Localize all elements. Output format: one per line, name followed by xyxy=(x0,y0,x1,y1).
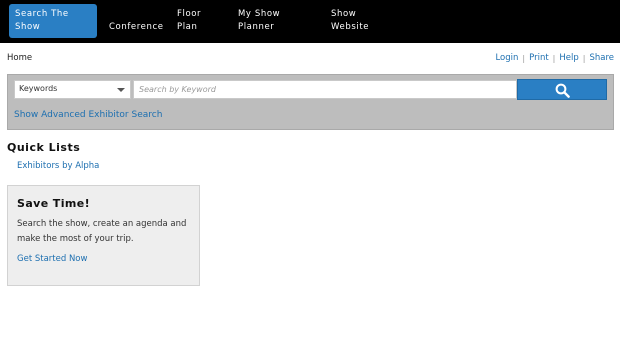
top-navigation-bar: Search The Show Conference Floor Plan My… xyxy=(0,0,620,43)
get-started-link[interactable]: Get Started Now xyxy=(17,254,87,264)
nav-floor-plan-line1: Floor xyxy=(177,9,202,19)
nav-search-the-show-line2: Show xyxy=(15,22,41,32)
quick-list-item[interactable]: Exhibitors by Alpha xyxy=(17,161,99,171)
nav-show-website-line1: Show xyxy=(331,9,357,19)
nav-search-the-show[interactable]: Search The Show xyxy=(9,4,97,38)
nav-floor-plan[interactable]: Floor Plan xyxy=(177,8,201,34)
search-button[interactable] xyxy=(517,79,607,100)
nav-show-website[interactable]: Show Website xyxy=(331,8,369,34)
save-time-promo: Save Time! Search the show, create an ag… xyxy=(7,185,200,286)
keyword-search-input[interactable] xyxy=(133,80,517,99)
nav-my-show-planner-line1: My Show xyxy=(238,9,281,19)
separator: | xyxy=(522,53,526,63)
nav-conference[interactable]: Conference xyxy=(109,21,164,34)
nav-search-the-show-line1: Search The xyxy=(15,9,69,19)
breadcrumb: Home xyxy=(7,53,32,63)
breadcrumb-home[interactable]: Home xyxy=(7,53,32,63)
help-link[interactable]: Help xyxy=(559,53,578,63)
search-type-select[interactable]: Keywords xyxy=(14,80,131,99)
promo-text: Search the show, create an agenda and ma… xyxy=(17,219,187,244)
nav-conference-label: Conference xyxy=(109,22,164,32)
search-panel: Keywords Show Advanced Exhibitor Search xyxy=(7,74,614,130)
nav-show-website-line2: Website xyxy=(331,22,370,32)
quick-lists-heading: Quick Lists xyxy=(7,141,81,154)
search-icon xyxy=(555,83,570,98)
nav-floor-plan-line2: Plan xyxy=(177,22,198,32)
advanced-search-link[interactable]: Show Advanced Exhibitor Search xyxy=(14,110,162,120)
separator: | xyxy=(582,53,586,63)
search-type-value: Keywords xyxy=(19,84,58,93)
utility-links: Login | Print | Help | Share xyxy=(495,53,614,63)
separator: | xyxy=(552,53,556,63)
nav-my-show-planner[interactable]: My Show Planner xyxy=(238,8,280,34)
print-link[interactable]: Print xyxy=(529,53,549,63)
share-link[interactable]: Share xyxy=(589,53,614,63)
nav-my-show-planner-line2: Planner xyxy=(238,22,275,32)
promo-title: Save Time! xyxy=(17,197,91,210)
chevron-down-icon xyxy=(117,88,125,92)
login-link[interactable]: Login xyxy=(495,53,518,63)
